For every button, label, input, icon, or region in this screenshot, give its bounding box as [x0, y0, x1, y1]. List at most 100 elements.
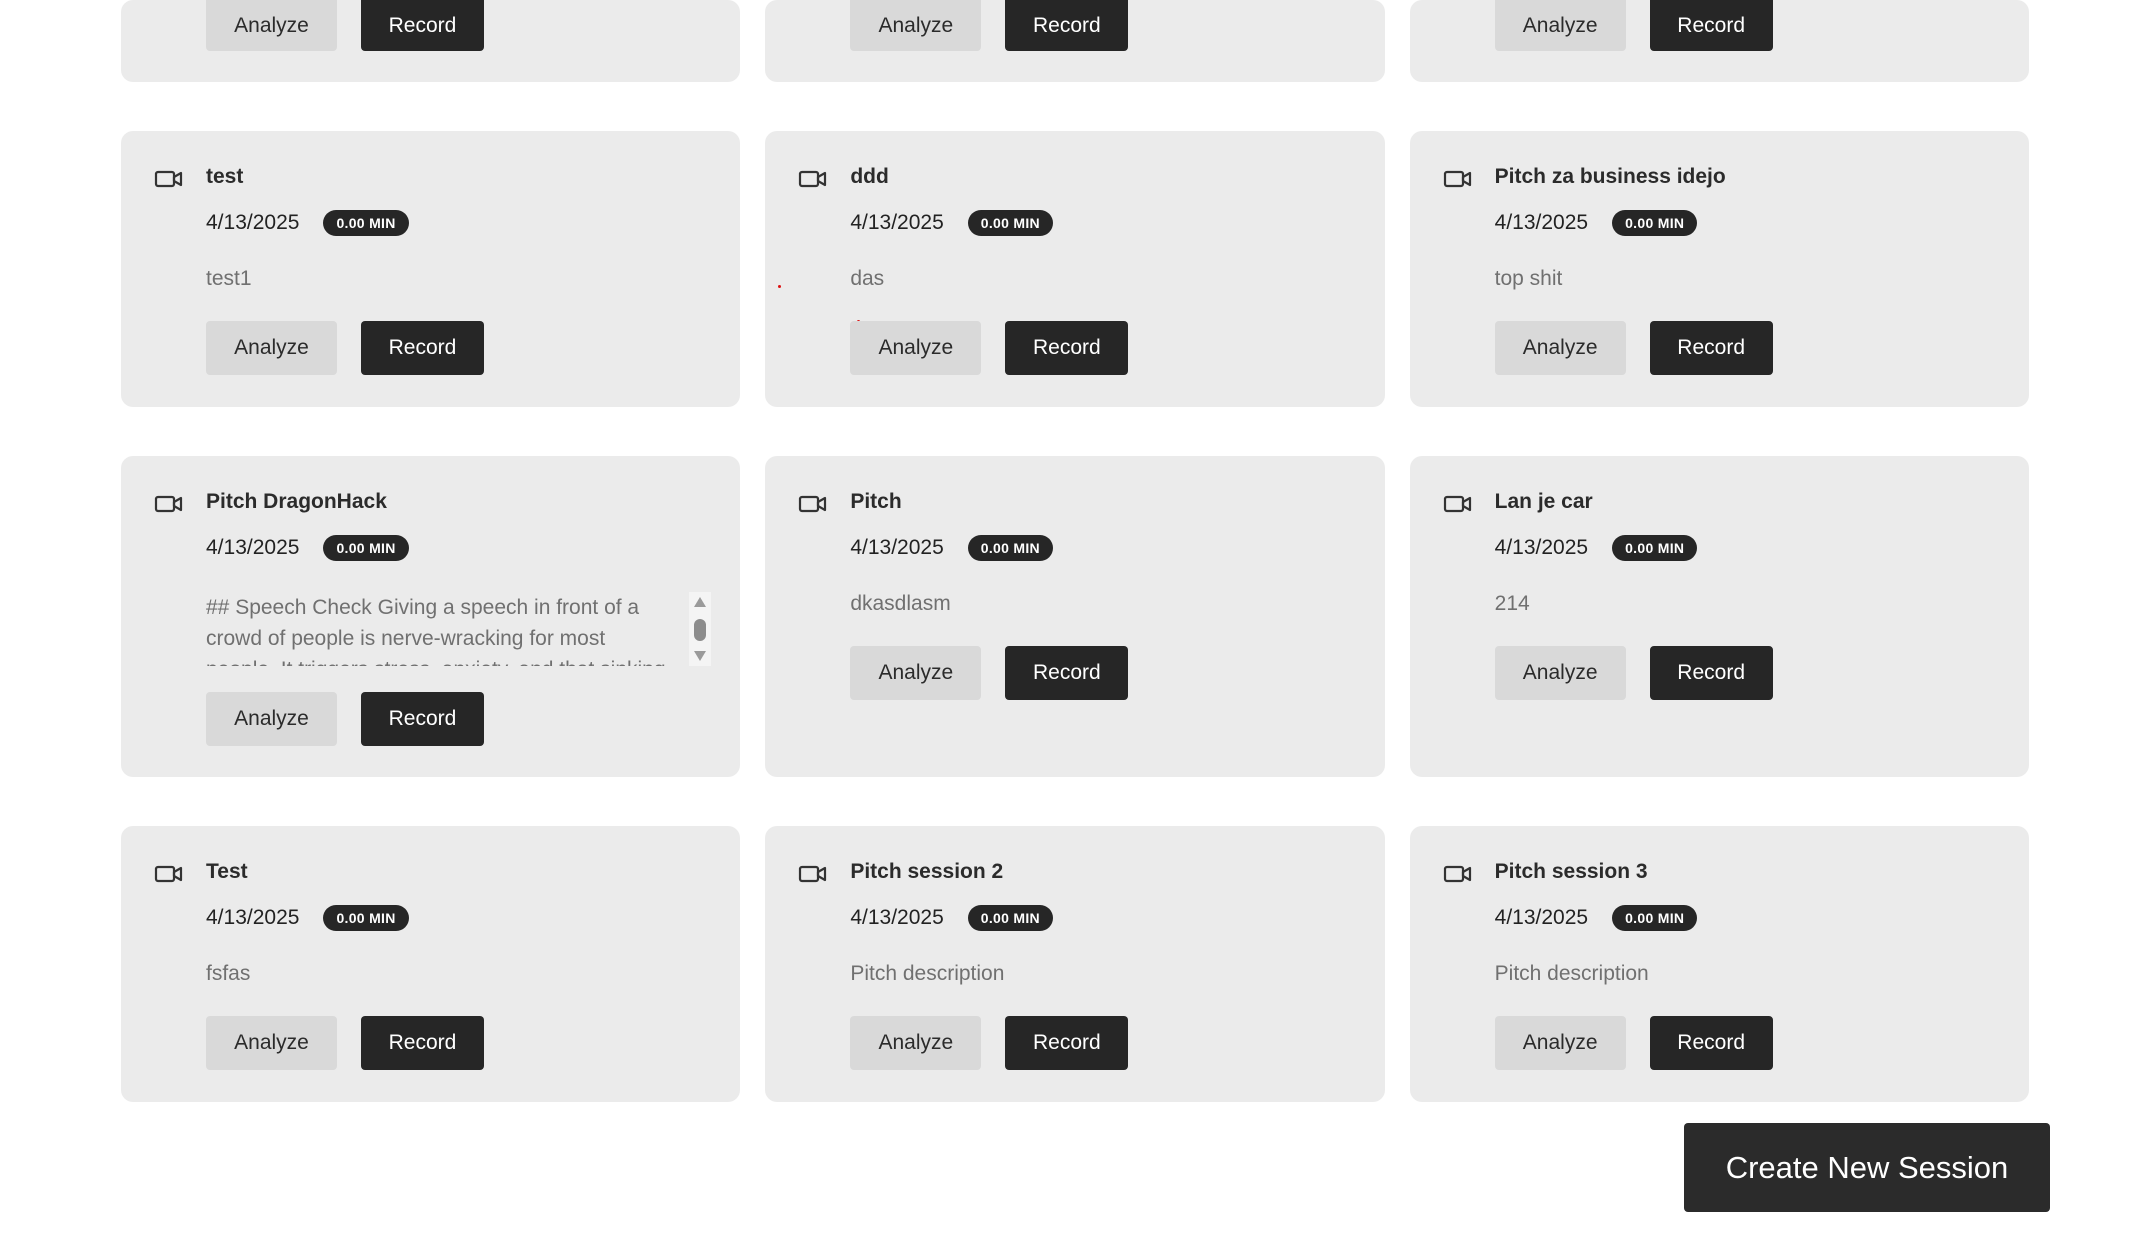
session-description: dkasdlasm	[850, 592, 951, 615]
video-camera-icon	[154, 170, 183, 188]
duration-badge: 0.00 MIN	[323, 535, 409, 561]
session-card: Pitch session 2 4/13/2025 0.00 MIN Pitch…	[765, 826, 1385, 1102]
record-button[interactable]: Record	[1649, 646, 1773, 700]
create-new-session-button[interactable]: Create New Session	[1684, 1123, 2050, 1212]
record-button[interactable]: Record	[1005, 646, 1129, 700]
analyze-button[interactable]: Analyze	[206, 0, 337, 51]
card-actions: Analyze Record	[206, 321, 484, 375]
session-title: ddd	[850, 165, 889, 188]
session-date: 4/13/2025	[206, 211, 300, 234]
duration-badge: 0.00 MIN	[1612, 210, 1698, 236]
session-title: Pitch za business idejo	[1494, 165, 1726, 188]
video-camera-icon	[1443, 170, 1471, 188]
session-description: fsfas	[206, 962, 251, 985]
session-row: Pitch DragonHack 4/13/2025 0.00 MIN ## S…	[121, 456, 2029, 777]
card-actions: Analyze Record	[850, 646, 1129, 700]
duration-badge: 0.00 MIN	[323, 905, 409, 931]
video-camera-icon	[154, 495, 183, 513]
session-row-partial: Analyze Record Analyze Record Analyze Re…	[121, 0, 2029, 82]
analyze-button[interactable]: Analyze	[1494, 321, 1626, 375]
record-button[interactable]: Record	[1005, 0, 1129, 51]
session-meta: 4/13/2025 0.00 MIN	[850, 210, 1053, 236]
record-button[interactable]: Record	[1005, 321, 1129, 375]
sessions-page: Analyze Record Analyze Record Analyze Re…	[0, 0, 2131, 1236]
description-scrollbar[interactable]	[689, 592, 711, 666]
session-description: top shit	[1494, 267, 1563, 290]
analyze-button[interactable]: Analyze	[850, 646, 982, 700]
record-button[interactable]: Record	[1649, 1016, 1773, 1070]
video-camera-icon	[154, 865, 183, 883]
session-card-partial: Analyze Record	[1409, 0, 2029, 82]
record-button[interactable]: Record	[1649, 321, 1773, 375]
card-actions: Analyze Record	[850, 1016, 1129, 1070]
record-button[interactable]: Record	[1005, 1016, 1129, 1070]
stray-dot	[778, 285, 782, 288]
analyze-button[interactable]: Analyze	[850, 0, 982, 51]
session-title: Lan je car	[1494, 490, 1593, 513]
session-title: Pitch session 2	[850, 860, 1004, 883]
record-button[interactable]: Record	[361, 321, 484, 375]
card-actions: Analyze Record	[1494, 1016, 1773, 1070]
duration-badge: 0.00 MIN	[967, 905, 1053, 931]
session-date: 4/13/2025	[206, 906, 300, 929]
session-row: Test 4/13/2025 0.00 MIN fsfas Analyze Re…	[121, 826, 2029, 1102]
card-actions: Analyze Record	[850, 321, 1129, 375]
session-card: Test 4/13/2025 0.00 MIN fsfas Analyze Re…	[121, 826, 741, 1102]
analyze-button[interactable]: Analyze	[206, 692, 337, 746]
card-actions: Analyze Record	[206, 1016, 484, 1070]
duration-badge: 0.00 MIN	[1612, 535, 1698, 561]
card-actions: Analyze Record	[1494, 321, 1773, 375]
session-date: 4/13/2025	[850, 536, 944, 559]
video-camera-icon	[1443, 865, 1471, 883]
record-button[interactable]: Record	[361, 0, 484, 51]
record-button[interactable]: Record	[361, 1016, 484, 1070]
session-date: 4/13/2025	[1494, 906, 1589, 929]
scrollbar-thumb[interactable]	[694, 619, 706, 641]
session-date: 4/13/2025	[206, 536, 300, 559]
session-title: test	[206, 165, 244, 188]
session-card: Pitch 4/13/2025 0.00 MIN dkasdlasm Analy…	[765, 456, 1385, 777]
card-actions: Analyze Record	[1494, 0, 1773, 51]
session-card: Pitch session 3 4/13/2025 0.00 MIN Pitch…	[1409, 826, 2029, 1102]
scroll-down-arrow-icon[interactable]	[694, 651, 706, 661]
session-meta: 4/13/2025 0.00 MIN	[1495, 535, 1698, 561]
duration-badge: 0.00 MIN	[1612, 905, 1698, 931]
session-card: Lan je car 4/13/2025 0.00 MIN 214 Analyz…	[1409, 456, 2029, 777]
analyze-button[interactable]: Analyze	[850, 1016, 982, 1070]
session-description-scrollbox[interactable]: ## Speech Check Giving a speech in front…	[206, 592, 711, 666]
video-camera-icon	[1443, 495, 1471, 513]
analyze-button[interactable]: Analyze	[206, 1016, 337, 1070]
analyze-button[interactable]: Analyze	[1494, 0, 1626, 51]
session-date: 4/13/2025	[850, 211, 944, 234]
analyze-button[interactable]: Analyze	[1494, 646, 1626, 700]
session-title: Test	[206, 860, 248, 883]
session-title: Pitch session 3	[1494, 860, 1648, 883]
scroll-up-arrow-icon[interactable]	[694, 597, 706, 607]
session-meta: 4/13/2025 0.00 MIN	[206, 535, 409, 561]
session-meta: 4/13/2025 0.00 MIN	[1495, 210, 1698, 236]
session-description: 214	[1494, 592, 1530, 615]
session-card: test 4/13/2025 0.00 MIN test1 Analyze Re…	[121, 131, 741, 407]
video-camera-icon	[799, 170, 827, 188]
session-meta: 4/13/2025 0.00 MIN	[1495, 905, 1698, 931]
session-row: test 4/13/2025 0.00 MIN test1 Analyze Re…	[121, 131, 2029, 407]
duration-badge: 0.00 MIN	[323, 210, 409, 236]
session-date: 4/13/2025	[850, 906, 944, 929]
analyze-button[interactable]: Analyze	[1494, 1016, 1626, 1070]
session-card-partial: Analyze Record	[765, 0, 1385, 82]
session-date: 4/13/2025	[1494, 211, 1589, 234]
analyze-button[interactable]: Analyze	[850, 321, 982, 375]
session-card-partial: Analyze Record	[121, 0, 741, 82]
session-meta: 4/13/2025 0.00 MIN	[206, 210, 409, 236]
card-actions: Analyze Record	[206, 0, 484, 51]
session-title: Pitch	[850, 490, 902, 513]
session-title: Pitch DragonHack	[206, 490, 387, 513]
analyze-button[interactable]: Analyze	[206, 321, 337, 375]
session-description: test1	[206, 267, 252, 290]
duration-badge: 0.00 MIN	[967, 210, 1053, 236]
video-camera-icon	[799, 495, 827, 513]
session-grid: Analyze Record Analyze Record Analyze Re…	[121, 0, 2029, 1151]
record-button[interactable]: Record	[1649, 0, 1773, 51]
record-button[interactable]: Record	[361, 692, 484, 746]
card-actions: Analyze Record	[206, 692, 484, 746]
